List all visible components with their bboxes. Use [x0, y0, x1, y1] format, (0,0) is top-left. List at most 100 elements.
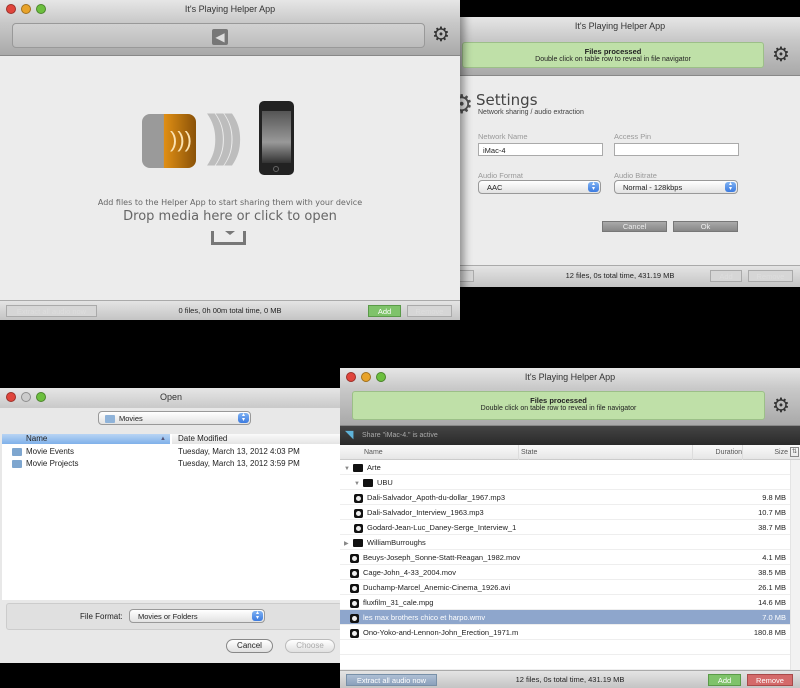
close-button[interactable] — [346, 372, 356, 382]
table-row[interactable]: les max brothers chico et harpo.wmv 7.0 M… — [340, 610, 790, 625]
location-value: Movies — [119, 414, 143, 423]
folder-icon — [363, 479, 373, 488]
network-name-field[interactable]: iMac-4 — [478, 143, 603, 156]
settings-subheading: Network sharing / audio extraction — [478, 109, 584, 116]
cancel-button[interactable]: Cancel — [602, 221, 667, 232]
close-button[interactable] — [6, 4, 16, 14]
gear-icon[interactable]: ⚙ — [432, 25, 450, 45]
column-header-name[interactable]: Name — [364, 445, 383, 460]
empty-row — [340, 655, 790, 670]
audio-format-select[interactable]: AAC ▴ ▾ — [478, 180, 601, 194]
column-header-state[interactable]: State — [518, 445, 537, 460]
column-header-name[interactable]: Name ▲ — [2, 434, 170, 444]
table-row[interactable]: Godard-Jean-Luc_Daney-Serge_Interview_1 3… — [340, 520, 790, 535]
video-file-icon — [350, 583, 359, 593]
settings-heading: Settings — [476, 91, 538, 109]
audio-file-icon — [354, 493, 363, 503]
row-name: les max brothers chico et harpo.wmv — [350, 610, 485, 625]
window-controls — [6, 4, 46, 14]
app-logo-icon: ◀ — [212, 29, 228, 45]
main-window: It's Playing Helper App ◀ ⚙ ))) ))) Add … — [0, 0, 460, 320]
table-row[interactable]: ▶ WilliamBurroughs — [340, 535, 790, 550]
file-size: 26.1 MB — [758, 583, 786, 592]
window-controls — [346, 372, 386, 382]
access-pin-field[interactable] — [614, 143, 739, 156]
drop-zone[interactable]: ))) ))) Add files to the Helper App to s… — [0, 56, 460, 300]
empty-row — [340, 640, 790, 655]
chevron-updown-icon: ▴ ▾ — [238, 412, 249, 423]
tray-icon — [211, 231, 246, 245]
zoom-button[interactable] — [36, 4, 46, 14]
phone-icon — [259, 101, 294, 175]
chevron-updown-icon: ▴ ▾ — [725, 181, 736, 192]
column-header-size[interactable]: Size — [742, 445, 788, 460]
banner-text: Double click on table row to reveal in f… — [535, 56, 691, 63]
chevron-updown-icon: ▴ ▾ — [588, 181, 599, 192]
file-name: Ono-Yoko-and-Lennon-John_Erection_1971.m — [363, 628, 519, 637]
choose-button[interactable]: Choose — [285, 639, 335, 653]
table-row[interactable]: Beuys-Joseph_Sonne-Statt-Reagan_1982.mov… — [340, 550, 790, 565]
table-row[interactable]: Ono-Yoko-and-Lennon-John_Erection_1971.m… — [340, 625, 790, 640]
cancel-button[interactable]: Cancel — [226, 639, 273, 653]
table-row[interactable]: Dali-Salvador_Interview_1963.mp3 10.7 MB — [340, 505, 790, 520]
minimize-button[interactable] — [21, 4, 31, 14]
window-title: It's Playing Helper App — [184, 4, 276, 14]
column-chooser-icon[interactable]: ⇅ — [790, 447, 799, 457]
column-header-duration[interactable]: Duration — [692, 445, 742, 460]
footer: ow 12 files, 0s total time, 431.19 MB Ad… — [440, 265, 800, 287]
add-button[interactable]: Add — [710, 270, 742, 282]
gear-icon[interactable]: ⚙ — [772, 45, 790, 65]
scrollbar[interactable] — [790, 460, 800, 670]
audio-bitrate-select[interactable]: Normal - 128kbps ▴ ▾ — [614, 180, 738, 194]
file-row[interactable]: Movie Projects Tuesday, March 13, 2012 3:… — [12, 458, 342, 470]
toolbar: Files processed Double click on table ro… — [340, 388, 800, 426]
add-button[interactable]: Add — [368, 305, 401, 317]
folder-icon — [105, 415, 115, 424]
file-row[interactable]: Movie Events Tuesday, March 13, 2012 4:03… — [12, 446, 342, 458]
status-banner: Files processed Double click on table ro… — [352, 391, 765, 420]
table-row[interactable]: Dali-Salvador_Apoth-du-dollar_1967.mp3 9.… — [340, 490, 790, 505]
window-title: It's Playing Helper App — [574, 21, 666, 31]
file-size: 4.1 MB — [762, 553, 786, 562]
table-row[interactable]: Cage-John_4-33_2004.mov 38.5 MB — [340, 565, 790, 580]
gear-icon[interactable]: ⚙ — [772, 396, 790, 416]
file-size: 7.0 MB — [762, 613, 786, 622]
audio-file-icon — [354, 508, 363, 518]
table-row[interactable]: ▼ UBU — [340, 475, 790, 490]
banner-text: Double click on table row to reveal in f… — [480, 405, 637, 412]
video-file-icon — [350, 613, 359, 623]
location-select[interactable]: Movies ▴ ▾ — [98, 411, 251, 425]
row-name: Cage-John_4-33_2004.mov — [350, 565, 456, 580]
column-header-date[interactable]: Date Modified — [172, 434, 342, 444]
banner-title: Files processed — [530, 396, 587, 405]
table-row[interactable]: ▼ Arte — [340, 460, 790, 475]
close-button[interactable] — [6, 392, 16, 402]
file-size: 38.5 MB — [758, 568, 786, 577]
zoom-button[interactable] — [376, 372, 386, 382]
minimize-button[interactable] — [21, 392, 31, 402]
ok-button[interactable]: Ok — [673, 221, 738, 232]
drop-text: Drop media here or click to open — [123, 209, 337, 224]
file-name: Movie Projects — [26, 459, 79, 468]
file-format-select[interactable]: Movies or Folders ▴ ▾ — [129, 609, 265, 623]
zoom-button[interactable] — [36, 392, 46, 402]
file-date: Tuesday, March 13, 2012 3:59 PM — [178, 459, 300, 468]
share-status-bar: ◥ Share "iMac-4." is active — [340, 426, 800, 445]
video-file-icon — [350, 553, 359, 563]
table-row[interactable]: Duchamp-Marcel_Anemic-Cinema_1926.avi 26.… — [340, 580, 790, 595]
titlebar: Open — [0, 388, 342, 408]
file-name: WilliamBurroughs — [367, 538, 426, 547]
titlebar: It's Playing Helper App — [340, 368, 800, 388]
remove-button[interactable]: Remove — [747, 674, 793, 686]
minimize-button[interactable] — [361, 372, 371, 382]
options-panel: File Format: Movies or Folders ▴ ▾ — [6, 603, 342, 630]
file-name: Dali-Salvador_Apoth-du-dollar_1967.mp3 — [367, 493, 505, 502]
network-name-label: Network Name — [478, 132, 528, 141]
row-name: Duchamp-Marcel_Anemic-Cinema_1926.avi — [350, 580, 510, 595]
window-title: It's Playing Helper App — [524, 372, 616, 382]
remove-button[interactable]: Remove — [748, 270, 793, 282]
remove-button[interactable]: Remove — [407, 305, 452, 317]
add-button[interactable]: Add — [708, 674, 741, 686]
share-status-text: Share "iMac-4." is active — [362, 432, 438, 439]
table-row[interactable]: fluxfilm_31_cale.mpg 14.6 MB — [340, 595, 790, 610]
